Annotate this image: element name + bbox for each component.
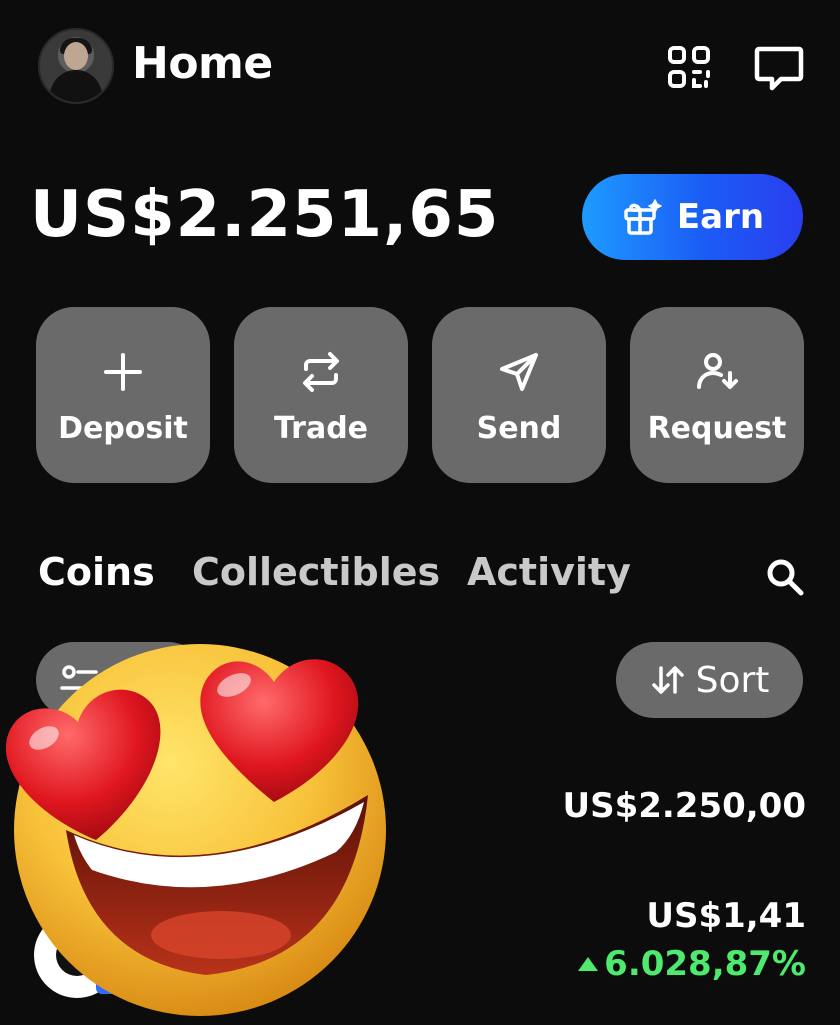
send-icon	[500, 353, 538, 391]
request-label: Request	[647, 411, 787, 446]
plus-icon	[104, 353, 142, 391]
avatar[interactable]	[38, 28, 114, 104]
earn-label: Earn	[676, 197, 765, 237]
deposit-button[interactable]: Deposit	[36, 307, 210, 483]
price-change: 6.028,87%	[578, 944, 806, 984]
sort-button[interactable]: Sort	[616, 642, 803, 718]
total-balance: US$2.251,65	[30, 178, 500, 252]
up-triangle-icon	[578, 957, 599, 971]
request-button[interactable]: Request	[630, 307, 804, 483]
swap-icon	[303, 352, 339, 392]
search-icon[interactable]	[764, 556, 806, 598]
deposit-label: Deposit	[58, 411, 188, 446]
holding-value: US$1,41	[646, 896, 806, 936]
send-button[interactable]: Send	[432, 307, 606, 483]
holding-value: US$2.250,00	[562, 786, 806, 826]
earn-button[interactable]: Earn	[582, 174, 803, 260]
sort-arrows-icon	[651, 666, 684, 694]
tab-activity[interactable]: Activity	[467, 550, 631, 594]
send-label: Send	[476, 411, 562, 446]
tab-coins[interactable]: Coins	[38, 550, 155, 594]
message-icon[interactable]	[752, 40, 806, 94]
heart-eyes-emoji	[5, 644, 386, 1016]
gift-icon	[624, 199, 662, 235]
qr-scan-icon[interactable]	[664, 42, 714, 92]
sort-label: Sort	[695, 659, 770, 701]
trade-label: Trade	[273, 411, 369, 446]
price-change-value: 6.028,87%	[604, 944, 806, 984]
trade-button[interactable]: Trade	[234, 307, 408, 483]
page-title: Home	[132, 38, 273, 89]
tab-collectibles[interactable]: Collectibles	[192, 550, 440, 594]
request-icon	[697, 353, 738, 389]
